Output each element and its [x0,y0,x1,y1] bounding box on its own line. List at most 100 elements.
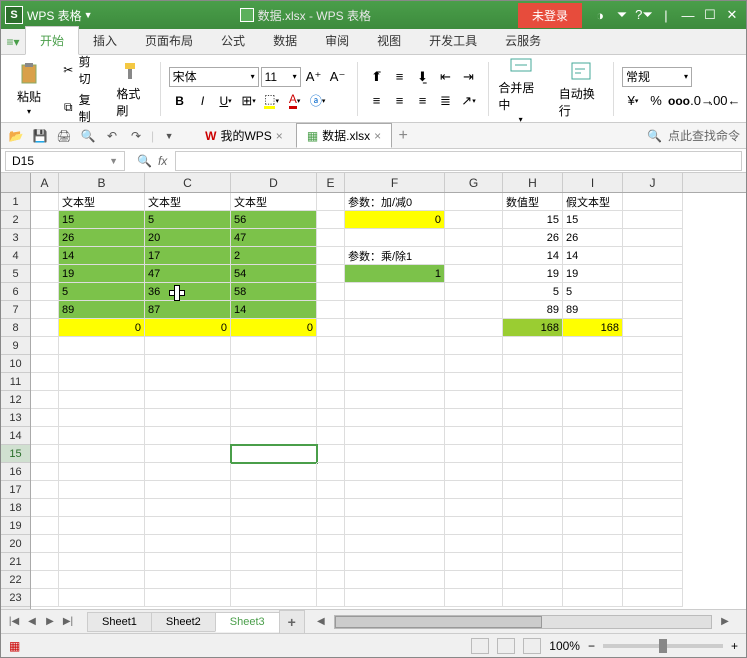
cell-C8[interactable]: 0 [145,319,231,337]
copy-button[interactable]: ⧉复制 [59,90,102,124]
cell-B22[interactable] [59,571,145,589]
cell-I2[interactable]: 15 [563,211,623,229]
tab-insert[interactable]: 插入 [79,27,131,54]
login-button[interactable]: 未登录 [518,3,582,28]
cell-E17[interactable] [317,481,345,499]
save-icon[interactable]: 💾 [31,127,49,145]
cell-D2[interactable]: 56 [231,211,317,229]
row-header-12[interactable]: 12 [1,391,30,409]
cell-H3[interactable]: 26 [503,229,563,247]
cell-E10[interactable] [317,355,345,373]
cell-I14[interactable] [563,427,623,445]
sheet-tab-1[interactable]: Sheet1 [87,612,152,632]
cell-J18[interactable] [623,499,683,517]
fill-color-button[interactable]: ⬚▾ [261,91,283,111]
cell-F5[interactable]: 1 [345,265,445,283]
cell-A22[interactable] [31,571,59,589]
cell-B9[interactable] [59,337,145,355]
cells-area[interactable]: 文本型文本型文本型参数：加/减0数值型假文本型15556015152620472… [31,193,746,609]
cell-A18[interactable] [31,499,59,517]
next-sheet-button[interactable]: ▶ [41,613,59,631]
cell-C18[interactable] [145,499,231,517]
cell-A11[interactable] [31,373,59,391]
cell-C22[interactable] [145,571,231,589]
doc-tab-wps[interactable]: W我的WPS× [194,123,294,148]
cell-H4[interactable]: 14 [503,247,563,265]
add-sheet-button[interactable]: + [279,610,305,634]
cell-G23[interactable] [445,589,503,607]
paste-button[interactable]: 粘贴▾ [11,60,47,118]
row-header-16[interactable]: 16 [1,463,30,481]
row-header-11[interactable]: 11 [1,373,30,391]
zoom-slider[interactable] [603,644,723,648]
open-icon[interactable]: 📂 [7,127,25,145]
cell-D12[interactable] [231,391,317,409]
cell-J21[interactable] [623,553,683,571]
cell-D17[interactable] [231,481,317,499]
cell-J5[interactable] [623,265,683,283]
cell-G5[interactable] [445,265,503,283]
close-button[interactable]: ✕ [722,6,742,24]
cell-B16[interactable] [59,463,145,481]
align-bottom-button[interactable]: ⬇̱ [412,67,434,87]
row-header-18[interactable]: 18 [1,499,30,517]
cell-F17[interactable] [345,481,445,499]
tab-cloud[interactable]: 云服务 [491,27,555,54]
comma-button[interactable]: ooo [668,91,690,111]
cell-I11[interactable] [563,373,623,391]
cell-H20[interactable] [503,535,563,553]
cell-A19[interactable] [31,517,59,535]
cell-J7[interactable] [623,301,683,319]
cell-G11[interactable] [445,373,503,391]
row-header-9[interactable]: 9 [1,337,30,355]
cell-B14[interactable] [59,427,145,445]
cell-D10[interactable] [231,355,317,373]
cell-E20[interactable] [317,535,345,553]
cell-H1[interactable]: 数值型 [503,193,563,211]
cell-I15[interactable] [563,445,623,463]
sheet-tab-2[interactable]: Sheet2 [151,612,216,632]
cell-B5[interactable]: 19 [59,265,145,283]
cell-I5[interactable]: 19 [563,265,623,283]
row-header-21[interactable]: 21 [1,553,30,571]
close-icon[interactable]: × [276,129,283,143]
tab-view[interactable]: 视图 [363,27,415,54]
cell-G12[interactable] [445,391,503,409]
view-page-button[interactable] [497,638,515,654]
cell-A21[interactable] [31,553,59,571]
tab-review[interactable]: 审阅 [311,27,363,54]
cell-J14[interactable] [623,427,683,445]
cell-D21[interactable] [231,553,317,571]
cell-J22[interactable] [623,571,683,589]
tab-devtools[interactable]: 开发工具 [415,27,491,54]
cell-F6[interactable] [345,283,445,301]
cell-H7[interactable]: 89 [503,301,563,319]
decrease-font-button[interactable]: A⁻ [327,67,349,87]
cell-F8[interactable] [345,319,445,337]
cell-E2[interactable] [317,211,345,229]
qat-dropdown-icon[interactable]: ▼ [160,127,178,145]
cell-A23[interactable] [31,589,59,607]
phonetic-button[interactable]: ⓐ▾ [307,91,329,111]
number-format-select[interactable]: 常规▾ [622,67,692,87]
col-header-C[interactable]: C [145,173,231,192]
percent-button[interactable]: % [645,91,667,111]
cell-B10[interactable] [59,355,145,373]
tab-data[interactable]: 数据 [259,27,311,54]
cell-I3[interactable]: 26 [563,229,623,247]
cell-G2[interactable] [445,211,503,229]
tab-layout[interactable]: 页面布局 [131,27,207,54]
cell-B21[interactable] [59,553,145,571]
underline-button[interactable]: U▾ [215,91,237,111]
row-header-8[interactable]: 8 [1,319,30,337]
cell-J12[interactable] [623,391,683,409]
first-sheet-button[interactable]: |◀ [5,613,23,631]
cell-E9[interactable] [317,337,345,355]
row-header-20[interactable]: 20 [1,535,30,553]
row-header-22[interactable]: 22 [1,571,30,589]
cell-C1[interactable]: 文本型 [145,193,231,211]
cell-D20[interactable] [231,535,317,553]
maximize-button[interactable]: ☐ [700,6,720,24]
increase-font-button[interactable]: A⁺ [303,67,325,87]
close-icon[interactable]: × [374,129,381,143]
